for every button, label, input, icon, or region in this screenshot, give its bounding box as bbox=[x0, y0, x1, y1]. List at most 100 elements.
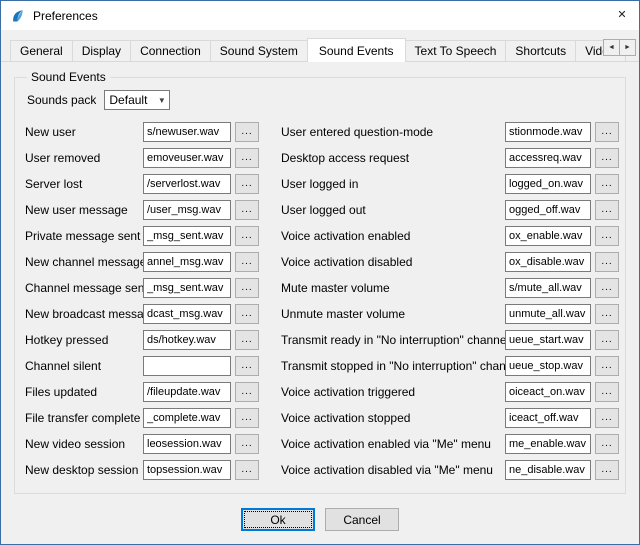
sound-file-input[interactable] bbox=[143, 174, 231, 194]
browse-button[interactable]: ... bbox=[595, 408, 619, 428]
sound-file-input[interactable] bbox=[505, 148, 591, 168]
sound-event-label: Channel message sent bbox=[25, 281, 143, 295]
sound-file-input[interactable] bbox=[143, 304, 231, 324]
dialog-buttons: Ok Cancel bbox=[1, 508, 639, 531]
sound-file-input[interactable] bbox=[143, 200, 231, 220]
sound-file-input[interactable] bbox=[143, 252, 231, 272]
tab-text-to-speech[interactable]: Text To Speech bbox=[405, 40, 507, 61]
sound-file-input[interactable] bbox=[505, 356, 591, 376]
row-voice-activation-stopped: Voice activation stopped ... bbox=[281, 407, 619, 428]
tab-scroll-right-icon[interactable]: ► bbox=[619, 39, 636, 56]
browse-button[interactable]: ... bbox=[235, 460, 259, 480]
browse-button[interactable]: ... bbox=[235, 122, 259, 142]
tab-display[interactable]: Display bbox=[72, 40, 131, 61]
browse-button[interactable]: ... bbox=[595, 460, 619, 480]
sound-file-input[interactable] bbox=[505, 330, 591, 350]
sound-event-label: Voice activation enabled via "Me" menu bbox=[281, 437, 505, 451]
sound-file-input[interactable] bbox=[143, 356, 231, 376]
browse-button[interactable]: ... bbox=[595, 304, 619, 324]
browse-button[interactable]: ... bbox=[235, 356, 259, 376]
ok-button[interactable]: Ok bbox=[241, 508, 315, 531]
sounds-pack-label: Sounds pack bbox=[27, 93, 96, 107]
browse-button[interactable]: ... bbox=[595, 356, 619, 376]
row-unmute-master-volume: Unmute master volume ... bbox=[281, 303, 619, 324]
sounds-pack-row: Sounds pack Default ▼ bbox=[27, 90, 619, 110]
sound-file-input[interactable] bbox=[143, 382, 231, 402]
sound-event-label: User removed bbox=[25, 151, 143, 165]
title-bar: Preferences ✕ bbox=[1, 1, 639, 30]
row-voice-activation-enabled-me-menu: Voice activation enabled via "Me" menu .… bbox=[281, 433, 619, 454]
tab-general[interactable]: General bbox=[10, 40, 73, 61]
browse-button[interactable]: ... bbox=[235, 330, 259, 350]
sound-event-label: Voice activation disabled bbox=[281, 255, 505, 269]
tab-shortcuts[interactable]: Shortcuts bbox=[505, 40, 576, 61]
sound-event-label: Voice activation disabled via "Me" menu bbox=[281, 463, 505, 477]
sound-file-input[interactable] bbox=[143, 226, 231, 246]
row-new-desktop-session: New desktop session ... bbox=[25, 459, 281, 480]
browse-button[interactable]: ... bbox=[595, 200, 619, 220]
browse-button[interactable]: ... bbox=[235, 304, 259, 324]
cancel-button[interactable]: Cancel bbox=[325, 508, 399, 531]
preferences-dialog: Preferences ✕ General Display Connection… bbox=[0, 0, 640, 545]
sound-event-label: Private message sent bbox=[25, 229, 143, 243]
sound-file-input[interactable] bbox=[505, 200, 591, 220]
sound-file-input[interactable] bbox=[143, 434, 231, 454]
group-title: Sound Events bbox=[27, 70, 110, 84]
row-mute-master-volume: Mute master volume ... bbox=[281, 277, 619, 298]
sound-event-label: New channel message bbox=[25, 255, 143, 269]
sound-file-input[interactable] bbox=[505, 408, 591, 428]
sound-event-label: New broadcast message bbox=[25, 307, 143, 321]
browse-button[interactable]: ... bbox=[595, 278, 619, 298]
sound-file-input[interactable] bbox=[505, 304, 591, 324]
browse-button[interactable]: ... bbox=[235, 200, 259, 220]
browse-button[interactable]: ... bbox=[595, 252, 619, 272]
row-server-lost: Server lost ... bbox=[25, 173, 281, 194]
row-voice-activation-triggered: Voice activation triggered ... bbox=[281, 381, 619, 402]
browse-button[interactable]: ... bbox=[235, 148, 259, 168]
browse-button[interactable]: ... bbox=[595, 226, 619, 246]
row-user-logged-in: User logged in ... bbox=[281, 173, 619, 194]
tab-scroll-left-icon[interactable]: ◄ bbox=[603, 39, 620, 56]
sound-file-input[interactable] bbox=[505, 252, 591, 272]
tab-sound-events[interactable]: Sound Events bbox=[307, 38, 406, 62]
sound-file-input[interactable] bbox=[143, 408, 231, 428]
sound-file-input[interactable] bbox=[505, 174, 591, 194]
close-icon[interactable]: ✕ bbox=[605, 1, 639, 30]
browse-button[interactable]: ... bbox=[235, 434, 259, 454]
sound-file-input[interactable] bbox=[143, 148, 231, 168]
chevron-down-icon: ▼ bbox=[154, 96, 169, 105]
browse-button[interactable]: ... bbox=[235, 408, 259, 428]
sound-file-input[interactable] bbox=[505, 434, 591, 454]
sound-event-label: New video session bbox=[25, 437, 143, 451]
tab-sound-system[interactable]: Sound System bbox=[210, 40, 308, 61]
sound-event-label: User logged out bbox=[281, 203, 505, 217]
browse-button[interactable]: ... bbox=[235, 252, 259, 272]
browse-button[interactable]: ... bbox=[595, 122, 619, 142]
tab-connection[interactable]: Connection bbox=[130, 40, 211, 61]
sound-file-input[interactable] bbox=[143, 122, 231, 142]
browse-button[interactable]: ... bbox=[595, 434, 619, 454]
sounds-pack-select[interactable]: Default ▼ bbox=[104, 90, 170, 110]
browse-button[interactable]: ... bbox=[235, 382, 259, 402]
sound-file-input[interactable] bbox=[505, 278, 591, 298]
browse-button[interactable]: ... bbox=[235, 174, 259, 194]
row-private-message-sent: Private message sent ... bbox=[25, 225, 281, 246]
sound-file-input[interactable] bbox=[505, 382, 591, 402]
sound-file-input[interactable] bbox=[143, 278, 231, 298]
sound-file-input[interactable] bbox=[505, 226, 591, 246]
browse-button[interactable]: ... bbox=[595, 330, 619, 350]
sound-file-input[interactable] bbox=[143, 330, 231, 350]
row-user-logged-out: User logged out ... bbox=[281, 199, 619, 220]
window-title: Preferences bbox=[33, 9, 98, 23]
sound-file-input[interactable] bbox=[505, 122, 591, 142]
tab-bar: General Display Connection Sound System … bbox=[1, 30, 639, 62]
browse-button[interactable]: ... bbox=[235, 278, 259, 298]
row-user-entered-question-mode: User entered question-mode ... bbox=[281, 121, 619, 142]
browse-button[interactable]: ... bbox=[235, 226, 259, 246]
browse-button[interactable]: ... bbox=[595, 174, 619, 194]
browse-button[interactable]: ... bbox=[595, 148, 619, 168]
sound-file-input[interactable] bbox=[505, 460, 591, 480]
sound-event-label: New user bbox=[25, 125, 143, 139]
sound-file-input[interactable] bbox=[143, 460, 231, 480]
browse-button[interactable]: ... bbox=[595, 382, 619, 402]
